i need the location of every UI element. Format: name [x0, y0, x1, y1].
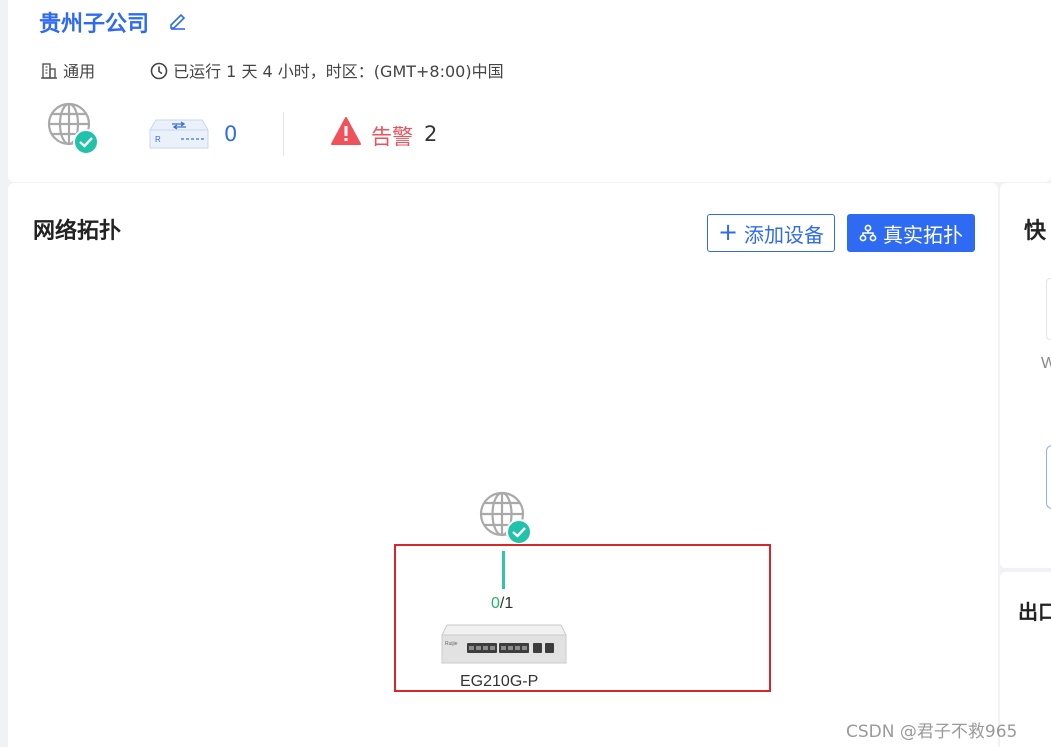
topology-title: 网络拓扑	[33, 219, 122, 244]
outlet-panel-title: 出口	[1018, 600, 1051, 624]
alarm-label[interactable]: 告警	[371, 121, 413, 151]
device-brand: Ruijie	[445, 641, 458, 647]
watermark: CSDN @君子不救965	[846, 722, 1018, 742]
router-count[interactable]: 0	[224, 122, 237, 146]
site-header-card: 贵州子公司 通用 已运行 1 天 4 小时，时区：(GMT+8:00)中国 R …	[8, 0, 1051, 182]
internet-status-icon[interactable]	[46, 102, 100, 156]
runtime-item: 已运行 1 天 4 小时，时区：(GMT+8:00)中国	[150, 58, 504, 82]
port-status-label: 0/1	[491, 595, 513, 613]
port-total: /1	[499, 595, 514, 612]
clock-icon	[150, 62, 168, 80]
device-name-label[interactable]: EG210G-P	[460, 673, 538, 691]
highlight-box	[394, 544, 771, 692]
add-device-button[interactable]: + 添加设备	[707, 214, 835, 252]
hierarchy-icon	[859, 224, 877, 242]
edit-icon[interactable]	[168, 10, 188, 30]
quick-tile[interactable]	[1046, 278, 1051, 340]
category-item: 通用	[40, 58, 95, 82]
stats-row: R 0 告警 2	[8, 96, 608, 166]
category-label: 通用	[63, 62, 96, 81]
quick-panel: 快 W	[1000, 183, 1051, 568]
building-icon	[41, 63, 57, 79]
real-topology-button[interactable]: 真实拓扑	[847, 214, 975, 252]
alarm-count[interactable]: 2	[424, 122, 437, 146]
quick-panel-title: 快	[1024, 219, 1047, 244]
site-title: 贵州子公司	[39, 12, 150, 37]
router-icon[interactable]: R	[148, 118, 210, 150]
stats-divider	[283, 112, 284, 156]
plus-icon: +	[717, 217, 739, 246]
internet-node-icon[interactable]	[477, 489, 533, 545]
quick-tile-label: W	[1041, 355, 1051, 372]
real-topology-label: 真实拓扑	[883, 222, 963, 247]
gateway-device-icon[interactable]: Ruijie	[441, 623, 567, 665]
add-device-label: 添加设备	[744, 222, 825, 247]
runtime-label: 已运行 1 天 4 小时，时区：(GMT+8:00)中国	[173, 62, 504, 81]
network-topology-card: 网络拓扑 + 添加设备 真实拓扑 0/1 Ruijie EG210G-P	[8, 183, 998, 747]
svg-text:R: R	[155, 135, 161, 144]
port-up-count: 0	[491, 595, 500, 612]
quick-button[interactable]	[1046, 445, 1051, 509]
uplink-line	[502, 551, 505, 589]
warning-icon	[331, 117, 361, 145]
